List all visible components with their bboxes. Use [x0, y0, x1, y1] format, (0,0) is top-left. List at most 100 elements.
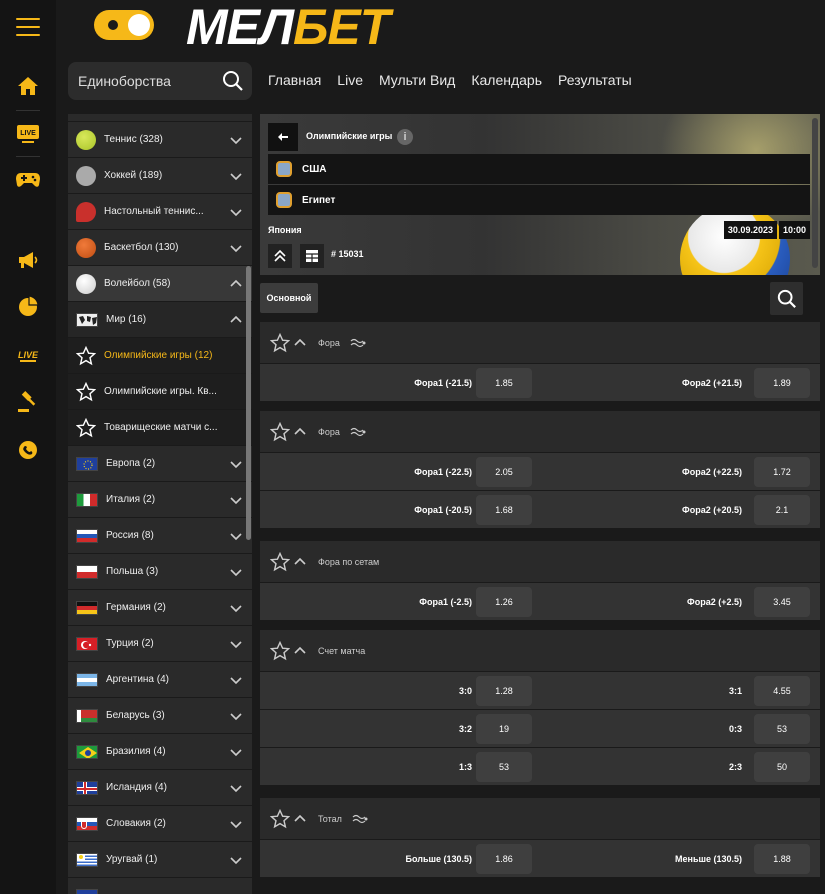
brand-logo[interactable]: МЕЛБЕТ — [186, 0, 390, 54]
star-icon[interactable] — [76, 381, 96, 402]
theme-toggle[interactable] — [94, 10, 154, 40]
odds-button[interactable]: 1.28 — [476, 676, 532, 706]
world-map-icon — [76, 312, 98, 327]
chevron-up-icon[interactable] — [294, 556, 306, 568]
search-icon — [777, 289, 796, 308]
sidebar-item-russia[interactable]: Россия (8) — [68, 518, 252, 554]
sidebar-item-germany[interactable]: Германия (2) — [68, 590, 252, 626]
pie-chart-icon[interactable] — [14, 294, 42, 318]
odds-button[interactable]: 1.88 — [754, 844, 810, 874]
odds-button[interactable]: 50 — [754, 752, 810, 782]
live-icon[interactable]: LIVE — [14, 122, 42, 146]
odds-button[interactable]: 2.05 — [476, 457, 532, 487]
tab-main[interactable]: Основной — [260, 283, 318, 313]
sidebar-item-olympic-games[interactable]: Олимпийские игры (12) — [68, 338, 252, 374]
search-icon[interactable] — [222, 70, 244, 92]
chevron-down-icon — [230, 641, 242, 649]
chevron-up-icon[interactable] — [294, 645, 306, 657]
star-icon[interactable] — [76, 417, 96, 438]
sidebar-item-volleyball[interactable]: Волейбол (58) — [68, 266, 252, 302]
odds-button[interactable]: 19 — [476, 714, 532, 744]
chevron-up-icon[interactable] — [294, 337, 306, 349]
chevron-down-icon — [230, 785, 242, 793]
sidebar-item-table-tennis[interactable]: Настольный теннис... — [68, 194, 252, 230]
sidebar-item-argentina[interactable]: Аргентина (4) — [68, 662, 252, 698]
odds-button[interactable]: 2.1 — [754, 495, 810, 525]
market-search-button[interactable] — [770, 282, 803, 315]
event-header: Олимпийские игры i США Египет Япония 30.… — [260, 114, 820, 275]
chevron-down-icon — [230, 749, 242, 757]
event-id: # 15031 — [331, 249, 364, 259]
sidebar-item-brazil[interactable]: Бразилия (4) — [68, 734, 252, 770]
main-nav: Главная Live Мульти Вид Календарь Резуль… — [268, 72, 632, 88]
live-casino-icon[interactable]: LIVE — [14, 344, 42, 368]
collapse-header-button[interactable] — [268, 244, 292, 268]
star-icon[interactable] — [270, 640, 290, 661]
team-logo-icon — [276, 192, 292, 208]
odds-button[interactable]: 1.68 — [476, 495, 532, 525]
chevron-down-icon — [230, 713, 242, 721]
chevron-up-icon — [230, 315, 242, 323]
odds-button[interactable]: 4.55 — [754, 676, 810, 706]
odds-button[interactable]: 53 — [754, 714, 810, 744]
market-title: Фора — [318, 337, 340, 348]
sidebar-item-olympic-qualification[interactable]: Олимпийские игры. Кв... — [68, 374, 252, 410]
icon-rail: LIVE LIVE — [0, 0, 56, 894]
odds-button[interactable]: 1.85 — [476, 368, 532, 398]
auction-icon[interactable] — [14, 390, 42, 414]
star-icon[interactable] — [270, 551, 290, 572]
nav-multiview[interactable]: Мульти Вид — [379, 72, 455, 88]
live-tracker-icon — [352, 814, 368, 823]
sidebar-item-tennis[interactable]: Теннис (328) — [68, 122, 252, 158]
nav-calendar[interactable]: Календарь — [471, 72, 542, 88]
odds-button[interactable]: 1.26 — [476, 587, 532, 617]
sidebar-item-basketball[interactable]: Баскетбол (130) — [68, 230, 252, 266]
sidebar-item-slovakia[interactable]: Словакия (2) — [68, 806, 252, 842]
odds-button[interactable]: 1.86 — [476, 844, 532, 874]
content-scrollbar[interactable] — [812, 118, 818, 268]
sidebar-item-uruguay[interactable]: Уругвай (1) — [68, 842, 252, 878]
nav-home[interactable]: Главная — [268, 72, 321, 88]
odds-button[interactable]: 1.72 — [754, 457, 810, 487]
back-button[interactable] — [268, 123, 298, 151]
argentina-flag-icon — [76, 672, 98, 687]
odds-button[interactable]: 1.89 — [754, 368, 810, 398]
scoreboard-button[interactable] — [300, 244, 324, 268]
sidebar-item-poland[interactable]: Польша (3) — [68, 554, 252, 590]
odds-button[interactable]: 53 — [476, 752, 532, 782]
sidebar-item-europe[interactable]: Европа (2) — [68, 446, 252, 482]
menu-icon[interactable] — [16, 18, 40, 36]
sport-search-input[interactable] — [78, 73, 218, 89]
info-icon[interactable]: i — [397, 129, 413, 145]
market-title: Фора по сетам — [318, 556, 380, 567]
sidebar-scrollbar[interactable] — [246, 266, 251, 540]
nav-results[interactable]: Результаты — [558, 72, 632, 88]
star-icon[interactable] — [270, 332, 290, 353]
support-chat-icon[interactable] — [14, 438, 42, 462]
chevron-down-icon — [230, 245, 242, 253]
chevron-up-icon[interactable] — [294, 813, 306, 825]
event-country: Япония — [268, 225, 302, 235]
market-total: Тотал Больше (130.5) 1.86 Меньше (130.5)… — [260, 798, 820, 878]
tennis-ball-icon — [76, 129, 96, 150]
star-icon[interactable] — [270, 421, 290, 442]
odds-button[interactable]: 3.45 — [754, 587, 810, 617]
chevron-down-icon — [230, 173, 242, 181]
star-icon[interactable] — [270, 808, 290, 829]
chevron-up-icon[interactable] — [294, 426, 306, 438]
home-icon[interactable] — [14, 74, 42, 98]
sidebar-item-belarus[interactable]: Беларусь (3) — [68, 698, 252, 734]
sidebar-item-turkey[interactable]: Турция (2) — [68, 626, 252, 662]
megaphone-icon[interactable] — [14, 248, 42, 272]
sidebar-item-friendly-matches[interactable]: Товарищеские матчи с... — [68, 410, 252, 446]
grid-icon — [306, 250, 318, 262]
sidebar-item-partial[interactable] — [68, 878, 252, 894]
sidebar-item-italy[interactable]: Италия (2) — [68, 482, 252, 518]
sidebar-item-iceland[interactable]: Исландия (4) — [68, 770, 252, 806]
star-icon[interactable] — [76, 345, 96, 366]
sidebar-item-world[interactable]: Мир (16) — [68, 302, 252, 338]
nav-live[interactable]: Live — [337, 72, 363, 88]
market-handicap-2: Фора Фора1 (-22.5) 2.05 Фора2 (+22.5) 1.… — [260, 411, 820, 529]
sidebar-item-hockey[interactable]: Хоккей (189) — [68, 158, 252, 194]
gamepad-icon[interactable] — [14, 168, 42, 192]
